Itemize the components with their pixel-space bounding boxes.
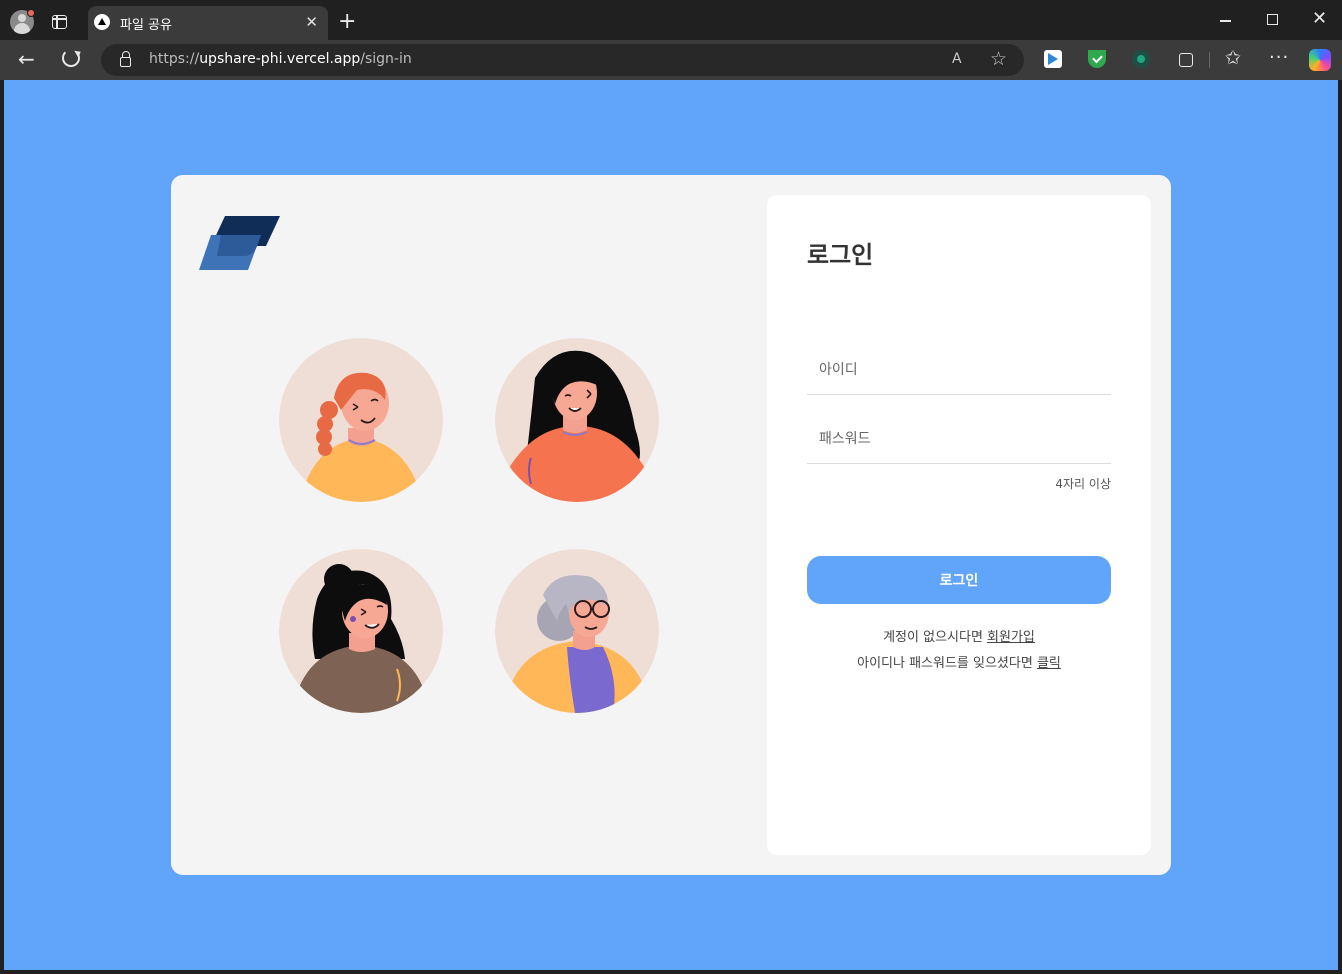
avatar-illustration-1 [279,338,443,502]
avatar-illustration-4 [495,549,659,713]
url-prefix: https:// [149,51,200,67]
notification-dot [27,9,35,17]
login-panel: 로그인 4자리 이상 로그인 계정이 없으시다면 회원가입 아이디나 패스워드를… [767,195,1151,855]
password-hint: 4자리 이상 [1055,477,1111,491]
maximize-icon[interactable] [1267,14,1278,25]
reload-icon[interactable] [62,49,80,67]
more-menu-icon[interactable]: ··· [1269,47,1289,68]
toolbar-divider [1209,52,1210,68]
address-bar[interactable]: https://upshare-phi.vercel.app/sign-in A… [101,44,1024,76]
signup-prompt-text: 계정이 없으시다면 [883,630,988,645]
url-path: /sign-in [360,51,412,67]
vercel-favicon-icon [94,14,110,30]
forgot-prompt-text: 아이디나 패스워드를 잊으셨다면 [857,656,1037,671]
back-icon[interactable]: ← [18,49,35,69]
lock-icon[interactable] [120,51,131,67]
close-window-icon[interactable]: ✕ [1312,9,1327,29]
favorites-icon[interactable]: ✩ [1225,47,1241,69]
forgot-prompt: 아이디나 패스워드를 잊으셨다면 클릭 [767,652,1151,671]
forgot-link[interactable]: 클릭 [1037,656,1061,671]
extension-circle-icon[interactable] [1132,50,1150,68]
extension-bing-icon[interactable] [1044,50,1062,68]
favorite-star-icon[interactable]: ☆ [990,48,1007,70]
copilot-icon[interactable] [1309,49,1331,71]
avatar-illustration-3 [279,549,443,713]
page-title: 로그인 [807,241,874,269]
new-tab-icon[interactable]: + [338,10,356,34]
url-host: upshare-phi.vercel.app [199,51,361,67]
signup-link[interactable]: 회원가입 [987,630,1035,645]
login-card: 로그인 4자리 이상 로그인 계정이 없으시다면 회원가입 아이디나 패스워드를… [171,175,1171,875]
login-button[interactable]: 로그인 [807,556,1111,604]
url-text[interactable]: https://upshare-phi.vercel.app/sign-in [149,51,412,67]
extension-shield-icon[interactable] [1088,50,1106,68]
extensions-puzzle-icon[interactable] [1176,50,1194,68]
app-logo [199,216,280,270]
browser-tab[interactable]: 파일 공유 ✕ [88,6,328,40]
minimize-icon[interactable] [1220,20,1231,22]
id-input[interactable] [807,345,1111,395]
avatar-illustration-2 [495,338,659,502]
browser-titlebar: 파일 공유 ✕ + ✕ [0,0,1342,40]
tab-actions-icon[interactable] [52,15,67,29]
page-background: 로그인 4자리 이상 로그인 계정이 없으시다면 회원가입 아이디나 패스워드를… [4,80,1338,970]
tab-title: 파일 공유 [120,18,172,33]
signup-prompt: 계정이 없으시다면 회원가입 [767,626,1151,645]
tab-close-icon[interactable]: ✕ [305,14,318,30]
password-input[interactable] [807,414,1111,464]
read-aloud-icon[interactable]: A [952,51,962,67]
